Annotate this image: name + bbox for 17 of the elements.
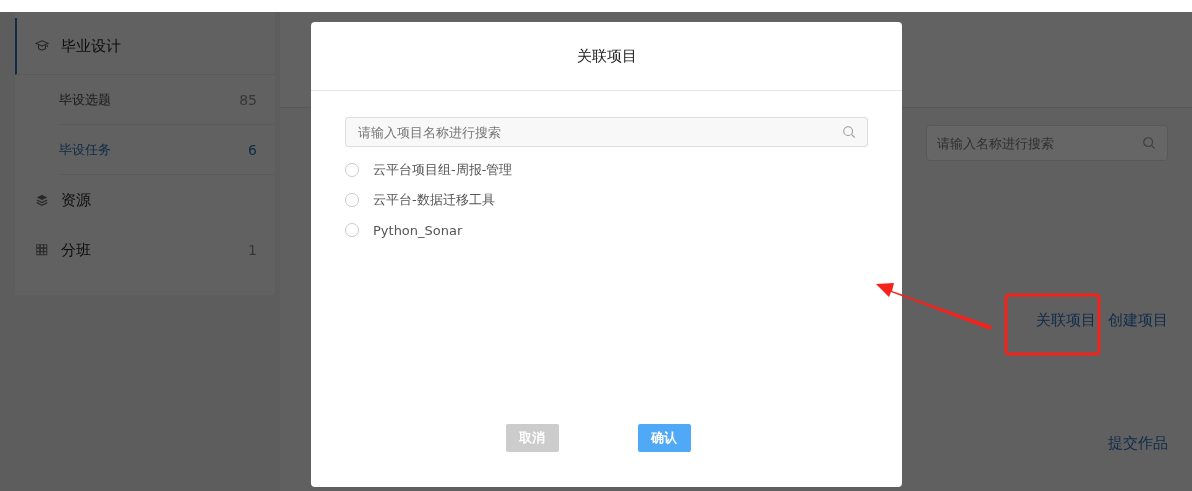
graduation-cap-icon [35, 39, 49, 53]
grid-icon [35, 243, 49, 257]
sidebar-item[interactable]: 资源 [15, 175, 275, 225]
link[interactable]: 关联项目 [1036, 311, 1096, 330]
sidebar-subitem[interactable]: 毕设任务 6 [59, 125, 275, 175]
search-field[interactable]: 请输入项目名称进行搜索 [345, 117, 868, 147]
option-label: Python_Sonar [373, 222, 463, 238]
search-icon [842, 125, 856, 139]
dialog-title: 关联项目 [576, 46, 637, 66]
search-icon [1142, 136, 1156, 150]
layers-icon [35, 193, 49, 207]
option-label: 云平台-数据迁移工具 [373, 191, 495, 209]
confirm-button[interactable]: 确认 [637, 424, 691, 452]
option-label: 云平台项目组-周报-管理 [373, 161, 513, 179]
sidebar-item[interactable]: 毕业设计 [15, 18, 275, 75]
submit-link[interactable]: 提交作品 [1108, 434, 1168, 453]
link[interactable]: 创建项目 [1108, 311, 1168, 330]
